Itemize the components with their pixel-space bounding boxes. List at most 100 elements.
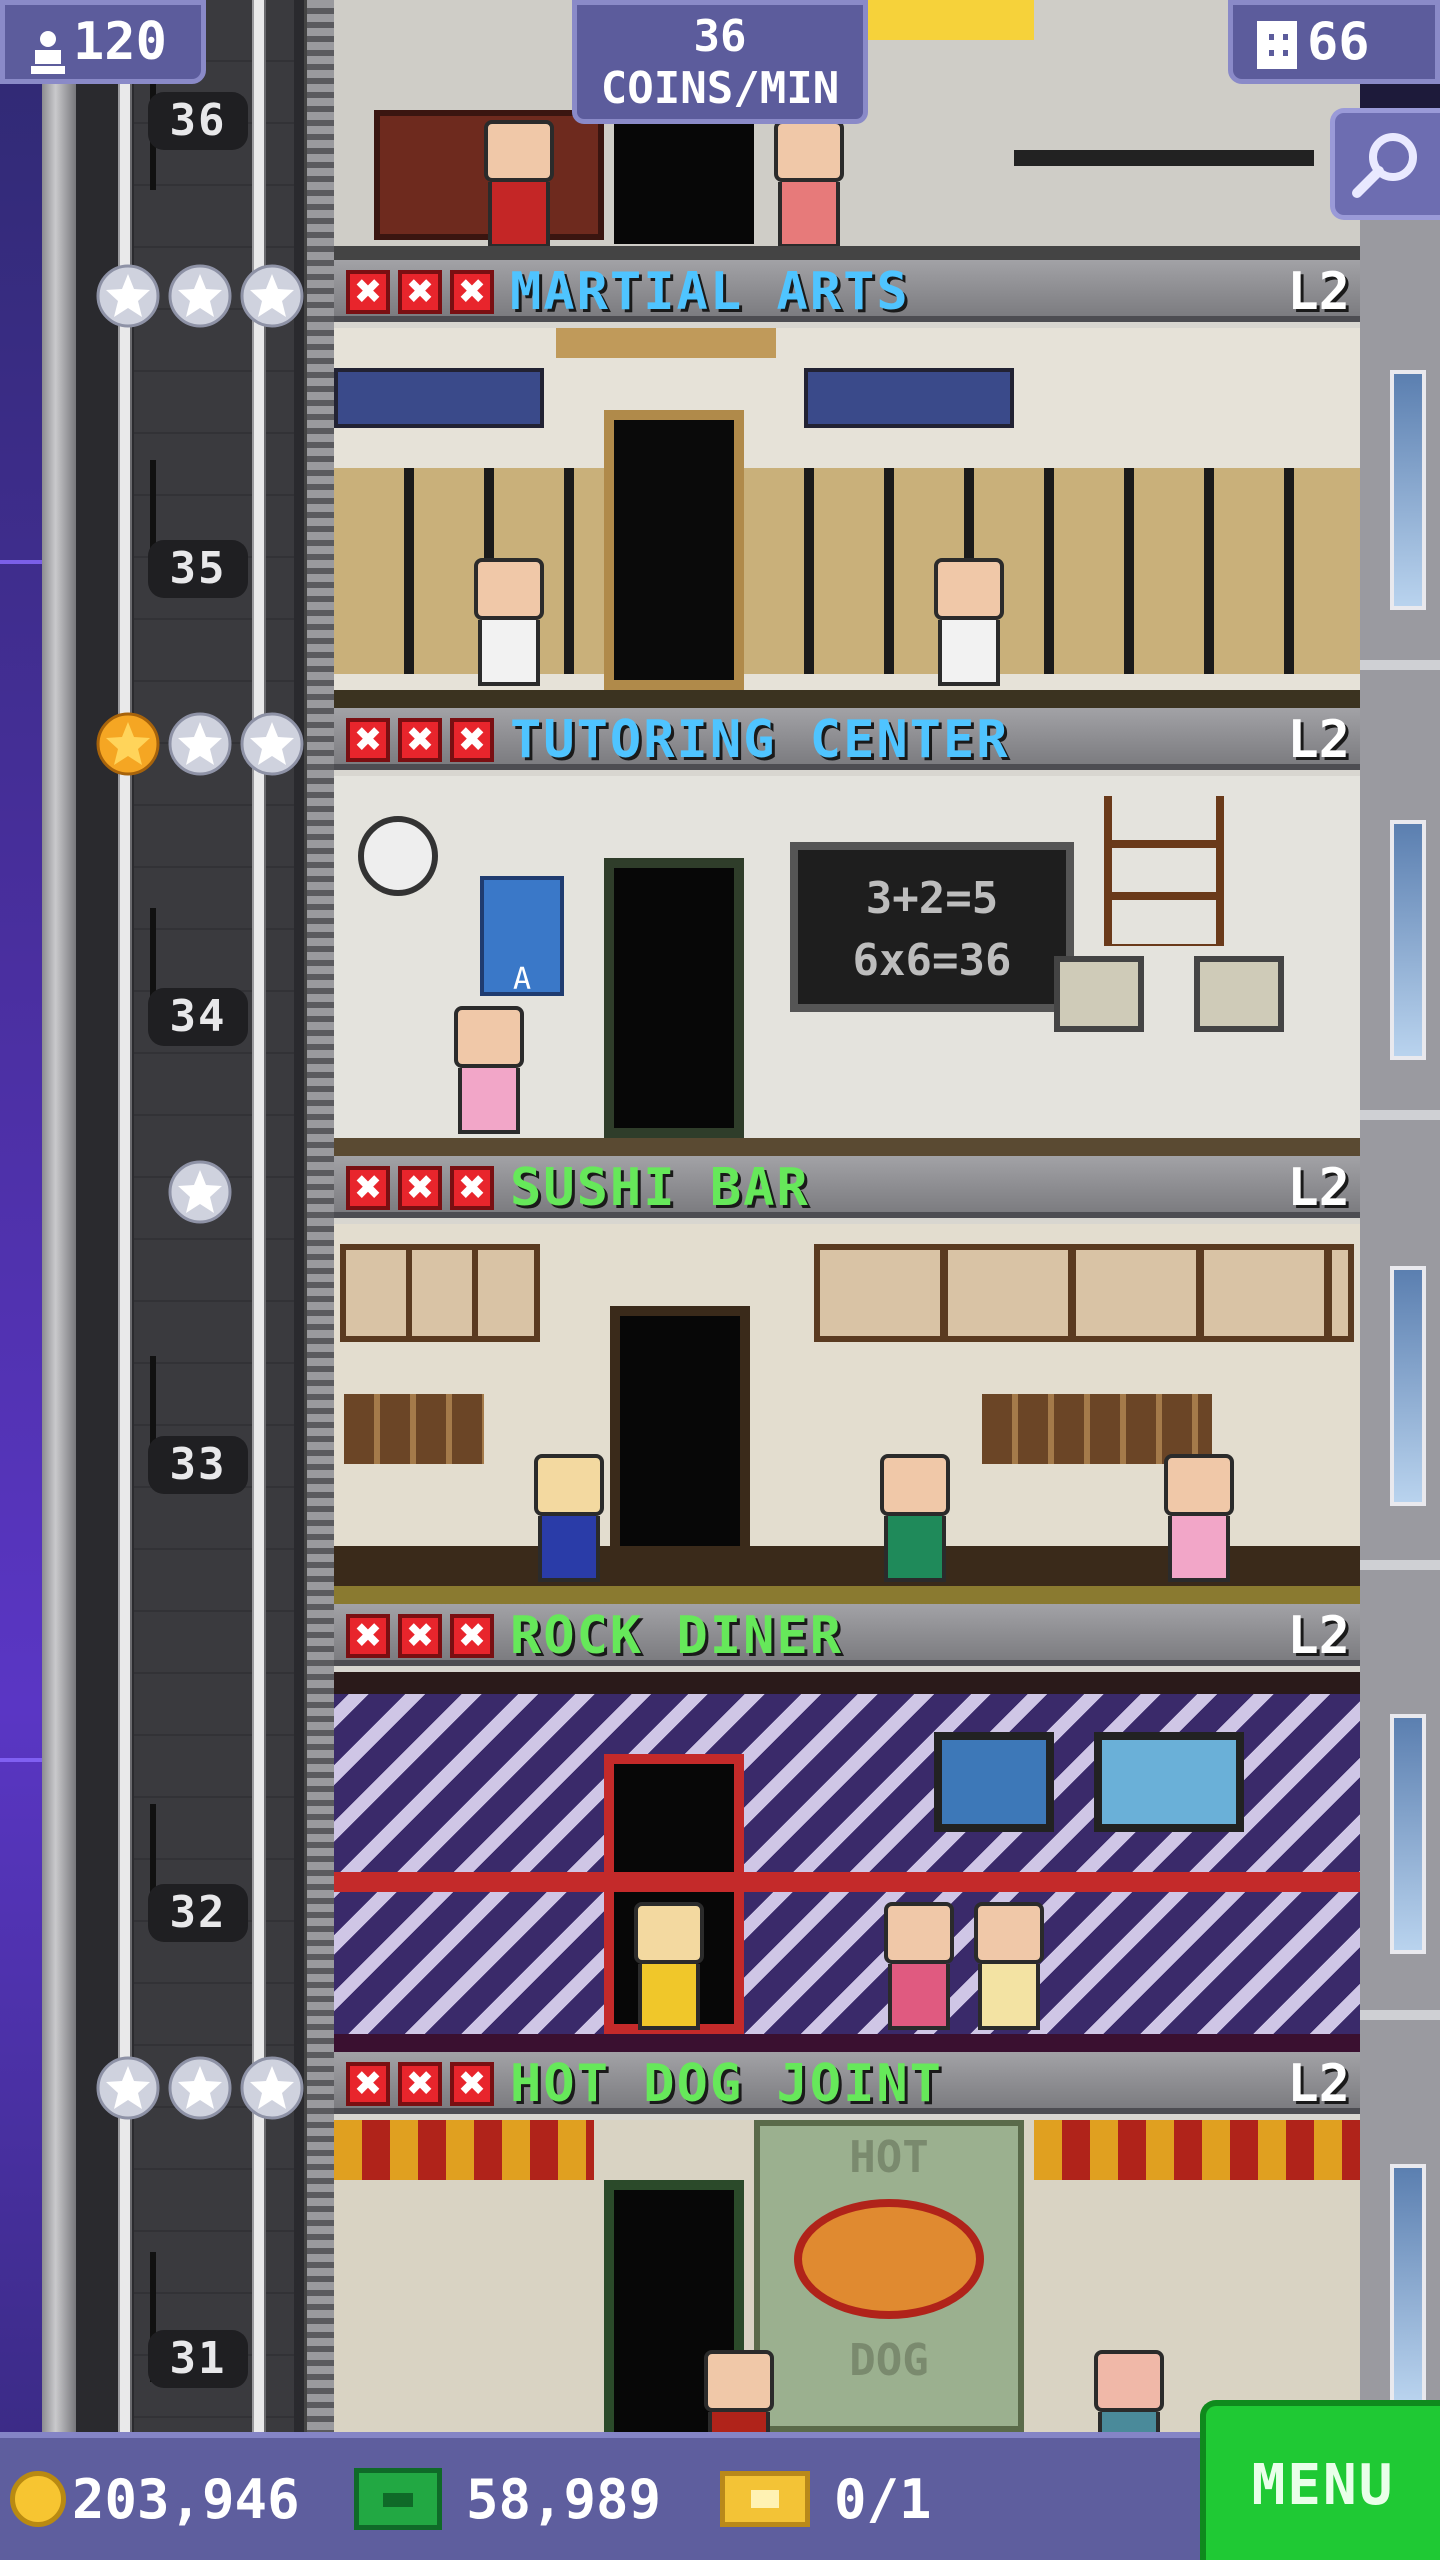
tower-resident[interactable]: [474, 558, 544, 686]
floor-number: 31: [148, 2330, 248, 2388]
room-interior: [334, 1672, 1360, 2052]
floor-number: 33: [148, 1436, 248, 1494]
tower-resident[interactable]: [1164, 1454, 1234, 1582]
floor-hot-dog-joint[interactable]: ✖ ✖ ✖ HOT DOG JOINT L2 HOT DOG: [334, 2052, 1360, 2432]
tower-resident[interactable]: [1094, 2350, 1164, 2432]
menu-button[interactable]: MENU: [1200, 2400, 1440, 2560]
bux-value: 58,989: [466, 2467, 662, 2531]
close-x-icon: ✖: [398, 270, 442, 314]
chalkboard-line: 3+2=5: [865, 873, 999, 924]
floor-count[interactable]: 66: [1228, 0, 1440, 84]
hot-dog-sign: HOT DOG: [754, 2120, 1024, 2432]
floor-header: ✖ ✖ ✖ ROCK DINER L2: [334, 1604, 1360, 1666]
apple-poster: A: [480, 876, 564, 997]
floor-ground: [334, 1586, 1360, 1604]
close-x-icon: ✖: [398, 1166, 442, 1210]
coins-display[interactable]: 203,946: [10, 2454, 300, 2544]
sky-streak: [0, 1758, 42, 1762]
floor-ground: [334, 1138, 1360, 1156]
star-icon: [96, 2056, 160, 2120]
floor-level: L2: [1287, 710, 1350, 770]
floor-martial-arts[interactable]: ✖ ✖ ✖ MARTIAL ARTS L2: [334, 260, 1360, 708]
search-button[interactable]: [1330, 108, 1440, 220]
tickets-value: 0/1: [834, 2467, 932, 2531]
room-interior: [334, 1224, 1360, 1604]
star-icon: [240, 264, 304, 328]
wall-shelf: [344, 1394, 484, 1464]
wall-banner: [804, 368, 1014, 428]
floor-level: L2: [1287, 262, 1350, 322]
floor-level: L2: [1287, 1158, 1350, 1218]
tower-resident[interactable]: [704, 2350, 774, 2432]
tower-resident[interactable]: [484, 120, 554, 248]
bux-display[interactable]: 58,989: [354, 2454, 661, 2544]
tower-resident[interactable]: [634, 1902, 704, 2030]
tower-resident[interactable]: [974, 1902, 1044, 2030]
tower-resident[interactable]: [774, 120, 844, 248]
floor-name: TUTORING CENTER: [510, 710, 1010, 770]
computer-monitor: [1194, 956, 1284, 1032]
star-icon: [240, 712, 304, 776]
sign-text-top: HOT: [849, 2132, 929, 2183]
coins-per-min-panel: 36 COINS/MIN: [572, 0, 868, 124]
room-interior: [334, 328, 1360, 708]
population-icon: [29, 22, 67, 74]
floor-name: SUSHI BAR: [510, 1158, 810, 1218]
floor-tutoring-center[interactable]: ✖ ✖ ✖ TUTORING CENTER L2 A 3+2=5 6x6=36: [334, 708, 1360, 1156]
floor-rock-diner[interactable]: ✖ ✖ ✖ ROCK DINER L2: [334, 1604, 1360, 2052]
tickets-display[interactable]: 0/1: [720, 2454, 932, 2544]
coin-icon: [10, 2471, 66, 2527]
shaft-wall: [42, 0, 76, 2440]
close-x-icon: ✖: [450, 2062, 494, 2106]
awning: [1034, 2120, 1360, 2180]
close-x-icon: ✖: [398, 1614, 442, 1658]
floor-door: [604, 858, 744, 1138]
tower-resident[interactable]: [454, 1006, 524, 1134]
floor-ground: [334, 2034, 1360, 2052]
tower-resident[interactable]: [880, 1454, 950, 1582]
floor-level: L2: [1287, 1606, 1350, 1666]
diner-stripe: [334, 1872, 1360, 1892]
floor-door: [610, 1306, 750, 1586]
tower-resident[interactable]: [884, 1902, 954, 2030]
close-x-icon: ✖: [346, 1166, 390, 1210]
wall-banner: [334, 368, 544, 428]
close-x-icon: ✖: [450, 1166, 494, 1210]
floor-name: HOT DOG JOINT: [510, 2054, 943, 2114]
star-icon: [168, 1160, 232, 1224]
hot-dog-image: [794, 2199, 984, 2319]
floor-name: ROCK DINER: [510, 1606, 844, 1666]
floor-sushi-bar[interactable]: ✖ ✖ ✖ SUSHI BAR L2: [334, 1156, 1360, 1604]
torii-gate: [556, 328, 776, 358]
star-icon: [168, 712, 232, 776]
window: [1390, 2164, 1426, 2404]
tower-resident[interactable]: [534, 1454, 604, 1582]
floor-stars: [92, 712, 312, 782]
window: [1390, 1266, 1426, 1506]
population-counter[interactable]: 120: [0, 0, 206, 84]
floor-number: 35: [148, 540, 248, 598]
ticket-icon: [720, 2471, 810, 2527]
close-x-icon: ✖: [450, 718, 494, 762]
floor-level: L2: [1287, 2054, 1350, 2114]
floor-ground: [334, 690, 1360, 708]
chalkboard-line: 6x6=36: [852, 935, 1012, 986]
floor-header: ✖ ✖ ✖ MARTIAL ARTS L2: [334, 260, 1360, 322]
tower-resident[interactable]: [934, 558, 1004, 686]
floor-door: [614, 120, 754, 244]
coins-per-min-value: 36: [693, 11, 747, 62]
floor-number: 36: [148, 92, 248, 150]
close-x-icon: ✖: [398, 718, 442, 762]
bookshelf: [1104, 796, 1224, 946]
search-icon: [1352, 133, 1417, 198]
star-gold-icon: [96, 712, 160, 776]
floors-icon: [1257, 21, 1297, 69]
floor-number: 34: [148, 988, 248, 1046]
floor-stars: [92, 2056, 312, 2126]
floor-ground: [334, 246, 1360, 260]
wall-picture: [1094, 1732, 1244, 1832]
computer-monitor: [1054, 956, 1144, 1032]
diner-ceiling: [334, 1672, 1360, 1694]
star-icon: [168, 2056, 232, 2120]
paper-window: [814, 1244, 1354, 1342]
